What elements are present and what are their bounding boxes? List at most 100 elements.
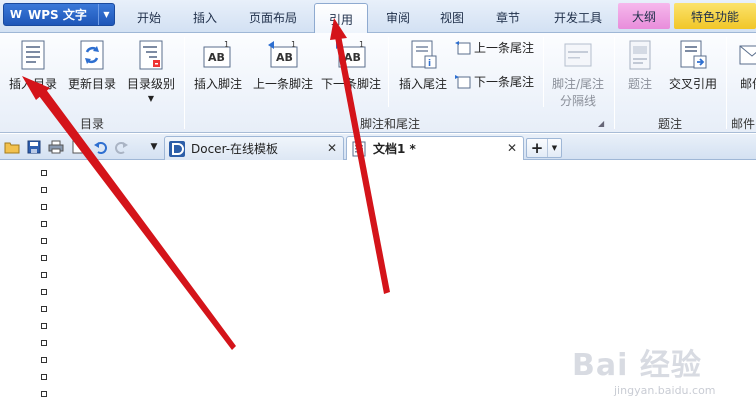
doc-tab-document1[interactable]: 文档1 * ✕ xyxy=(346,136,524,160)
caption-button[interactable]: 题注 xyxy=(620,39,660,92)
caption-icon xyxy=(624,39,656,71)
prev-endnote-label: 上一条尾注 xyxy=(474,41,535,55)
watermark-url: jingyan.baidu.com xyxy=(614,384,716,397)
tab-page-layout[interactable]: 页面布局 xyxy=(240,6,306,28)
toc-document-icon xyxy=(17,39,49,71)
doc-tab-title: 文档1 * xyxy=(373,142,416,156)
redo-icon[interactable] xyxy=(114,139,130,155)
tab-developer[interactable]: 开发工具 xyxy=(546,6,610,28)
tab-outline[interactable]: 大纲 xyxy=(618,3,670,29)
docer-logo-icon xyxy=(169,140,185,157)
close-icon[interactable]: ✕ xyxy=(327,141,337,155)
next-endnote-icon xyxy=(455,74,471,89)
mail-merge-button[interactable]: 邮件 xyxy=(732,39,756,92)
prev-footnote-label: 上一条脚注 xyxy=(252,77,313,91)
prev-footnote-button[interactable]: AB 1 上一条脚注 xyxy=(252,39,314,92)
caption-group-label: 题注 xyxy=(658,117,683,131)
menu-bar: W WPS 文字 ▼ 开始 插入 页面布局 引用 审阅 视图 章节 开发工具 大… xyxy=(0,0,756,34)
next-endnote-button[interactable]: 下一条尾注 xyxy=(455,73,534,90)
toc-level-icon xyxy=(135,39,167,71)
save-icon[interactable] xyxy=(26,139,42,155)
preview-icon[interactable] xyxy=(70,139,86,155)
ribbon: 插入目录 更新目录 目录级别 ▼ 目录 AB 1 插入脚注 AB 1 上一条脚注… xyxy=(0,33,756,133)
caption-label: 题注 xyxy=(627,77,652,91)
close-icon[interactable]: ✕ xyxy=(507,141,517,155)
paragraph-mark xyxy=(41,374,47,380)
separator-line-icon xyxy=(562,39,594,71)
doc-tab-title: Docer-在线模板 xyxy=(191,142,279,156)
tab-home[interactable]: 开始 xyxy=(124,6,174,28)
group-divider xyxy=(726,37,727,129)
open-folder-icon[interactable] xyxy=(4,139,20,155)
document-icon xyxy=(351,141,367,157)
paragraph-mark xyxy=(41,323,47,329)
insert-toc-label: 插入目录 xyxy=(8,77,57,91)
paragraph-mark xyxy=(41,340,47,346)
svg-text:1: 1 xyxy=(291,41,296,49)
cross-reference-label: 交叉引用 xyxy=(668,77,717,91)
footnote-separator-button[interactable]: 脚注/尾注 分隔线 xyxy=(548,39,608,109)
customize-toolbar-icon[interactable]: ▼ xyxy=(146,139,162,155)
next-footnote-button[interactable]: AB 1 下一条脚注 xyxy=(320,39,382,92)
chevron-down-icon[interactable]: ▼ xyxy=(547,139,561,157)
insert-footnote-label: 插入脚注 xyxy=(193,77,242,91)
insert-footnote-button[interactable]: AB 1 插入脚注 xyxy=(190,39,246,92)
prev-endnote-button[interactable]: 上一条尾注 xyxy=(455,39,534,56)
paragraph-mark xyxy=(41,255,47,261)
footnote-separator-label: 脚注/尾注 xyxy=(551,77,605,91)
footnote-separator-label-2: 分隔线 xyxy=(559,94,596,108)
mail-icon xyxy=(736,39,756,71)
doc-tab-docer[interactable]: Docer-在线模板 ✕ xyxy=(164,136,344,160)
tab-chapter[interactable]: 章节 xyxy=(486,6,530,28)
wps-logo-icon: W xyxy=(9,8,23,21)
new-tab-button[interactable]: + ▼ xyxy=(526,138,562,158)
group-divider xyxy=(388,37,389,107)
prev-endnote-icon xyxy=(455,40,471,55)
paragraph-mark xyxy=(41,238,47,244)
tab-special-features[interactable]: 特色功能 xyxy=(674,3,756,29)
cross-reference-icon xyxy=(677,39,709,71)
endnote-icon: i xyxy=(407,39,439,71)
dialog-launcher-icon[interactable]: ◢ xyxy=(598,119,604,128)
mail-label: 邮件 xyxy=(739,77,756,91)
update-toc-button[interactable]: 更新目录 xyxy=(66,39,118,92)
quick-access-bar: ▼ Docer-在线模板 ✕ 文档1 * ✕ + ▼ xyxy=(0,134,756,160)
paragraph-mark xyxy=(41,187,47,193)
insert-endnote-button[interactable]: i 插入尾注 xyxy=(396,39,450,92)
prev-footnote-icon: AB 1 xyxy=(267,39,299,71)
cross-reference-button[interactable]: 交叉引用 xyxy=(666,39,720,92)
tab-review[interactable]: 审阅 xyxy=(376,6,420,28)
print-icon[interactable] xyxy=(48,139,64,155)
footnote-group-label: 脚注和尾注 xyxy=(360,117,421,131)
next-footnote-icon: AB 1 xyxy=(335,39,367,71)
group-divider xyxy=(184,37,185,129)
tab-view[interactable]: 视图 xyxy=(430,6,474,28)
svg-text:AB: AB xyxy=(208,51,225,64)
mail-group-label: 邮件 xyxy=(731,117,756,131)
paragraph-mark xyxy=(41,221,47,227)
watermark-brand: Bai 经验 xyxy=(572,348,702,383)
paragraph-mark xyxy=(41,170,47,176)
plus-icon: + xyxy=(530,139,544,157)
undo-icon[interactable] xyxy=(92,139,108,155)
paragraph-mark xyxy=(41,272,47,278)
chevron-down-icon[interactable]: ▼ xyxy=(98,4,114,25)
svg-text:i: i xyxy=(428,59,431,69)
tab-insert[interactable]: 插入 xyxy=(180,6,230,28)
paragraph-mark xyxy=(41,306,47,312)
update-toc-label: 更新目录 xyxy=(67,77,116,91)
wps-app-button[interactable]: W WPS 文字 ▼ xyxy=(3,3,115,26)
toc-group-label: 目录 xyxy=(80,117,105,131)
tab-references[interactable]: 引用 xyxy=(314,3,368,34)
paragraph-mark xyxy=(41,391,47,397)
svg-text:1: 1 xyxy=(224,41,229,49)
chevron-down-icon: ▼ xyxy=(147,94,155,103)
next-endnote-label: 下一条尾注 xyxy=(474,75,535,89)
app-name: WPS 文字 xyxy=(28,8,87,22)
footnote-ab-icon: AB 1 xyxy=(202,39,234,71)
svg-text:AB: AB xyxy=(276,51,293,64)
paragraph-mark xyxy=(41,289,47,295)
group-divider xyxy=(543,37,544,107)
insert-toc-button[interactable]: 插入目录 xyxy=(8,39,58,92)
toc-level-button[interactable]: 目录级别 ▼ xyxy=(124,39,178,103)
